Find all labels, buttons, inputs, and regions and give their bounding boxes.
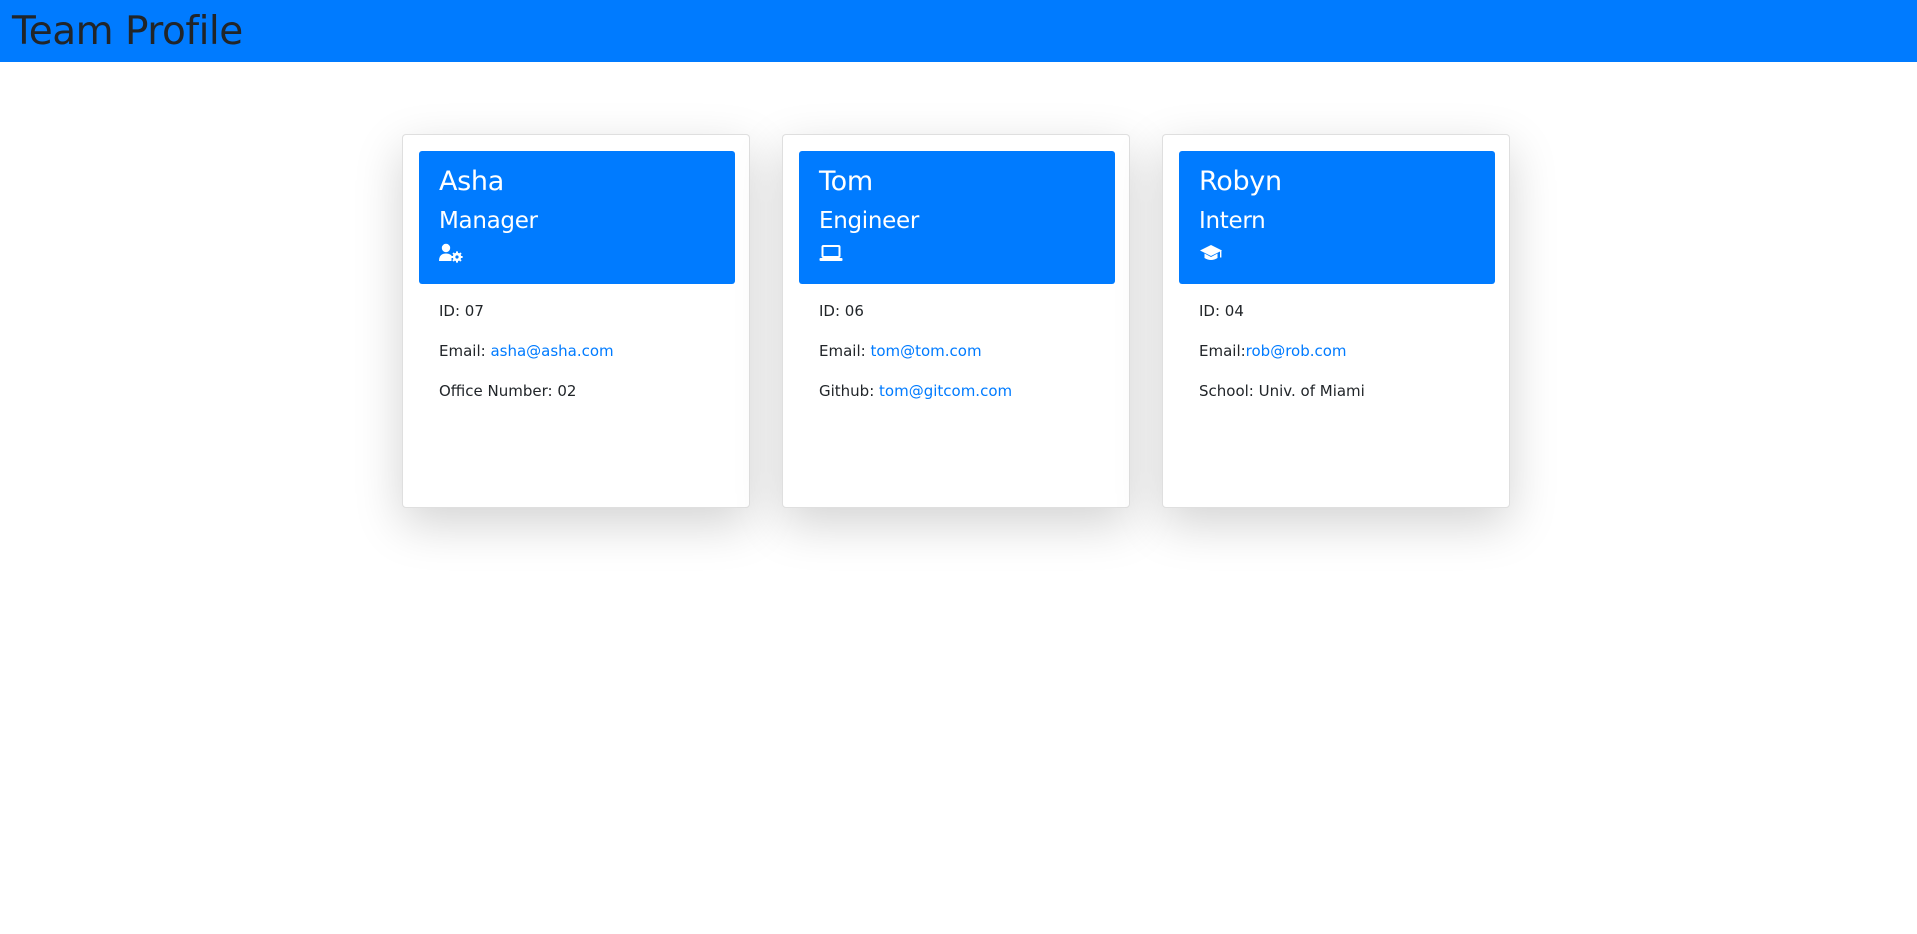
office-number: Office Number: 02 — [439, 382, 577, 400]
card-header: Robyn Intern — [1179, 151, 1495, 284]
user-cog-icon — [439, 243, 463, 263]
card-body: ID: 06 Email: tom@tom.com Github: tom@gi… — [819, 301, 1109, 421]
card-header: Asha Manager — [419, 151, 735, 284]
employee-email-row: Email: tom@tom.com — [819, 341, 1109, 361]
employee-card-manager: Asha Manager ID: 07 Email: asha@asha.com… — [402, 134, 750, 508]
email-link[interactable]: rob@rob.com — [1246, 342, 1347, 360]
school: School: Univ. of Miami — [1199, 382, 1365, 400]
employee-id: ID: 04 — [1199, 302, 1244, 320]
employee-name: Asha — [439, 166, 504, 197]
employee-card-engineer: Tom Engineer ID: 06 Email: tom@tom.com G… — [782, 134, 1130, 508]
email-link[interactable]: asha@asha.com — [490, 342, 613, 360]
employee-role: Intern — [1199, 208, 1266, 234]
card-body: ID: 07 Email: asha@asha.com Office Numbe… — [439, 301, 729, 421]
graduation-cap-icon — [1199, 243, 1223, 263]
top-navbar: Team Profile — [0, 0, 1917, 62]
employee-email-row: Email:rob@rob.com — [1199, 341, 1489, 361]
employee-role: Manager — [439, 208, 538, 234]
github-row: Github: tom@gitcom.com — [819, 381, 1109, 401]
page-title: Team Profile — [12, 9, 243, 54]
employee-role: Engineer — [819, 208, 920, 234]
email-label: Email: — [439, 342, 491, 360]
card-header: Tom Engineer — [799, 151, 1115, 284]
email-label: Email: — [819, 342, 871, 360]
github-link[interactable]: tom@gitcom.com — [879, 382, 1012, 400]
card-body: ID: 04 Email:rob@rob.com School: Univ. o… — [1199, 301, 1489, 421]
github-label: Github: — [819, 382, 880, 400]
email-link[interactable]: tom@tom.com — [870, 342, 981, 360]
employee-name: Robyn — [1199, 166, 1282, 197]
employee-card-intern: Robyn Intern ID: 04 Email:rob@rob.com Sc… — [1162, 134, 1510, 508]
employee-id: ID: 07 — [439, 302, 484, 320]
employee-name: Tom — [819, 166, 873, 197]
laptop-icon — [819, 243, 843, 263]
employee-email-row: Email: asha@asha.com — [439, 341, 729, 361]
email-label: Email: — [1199, 342, 1246, 360]
employee-id: ID: 06 — [819, 302, 864, 320]
